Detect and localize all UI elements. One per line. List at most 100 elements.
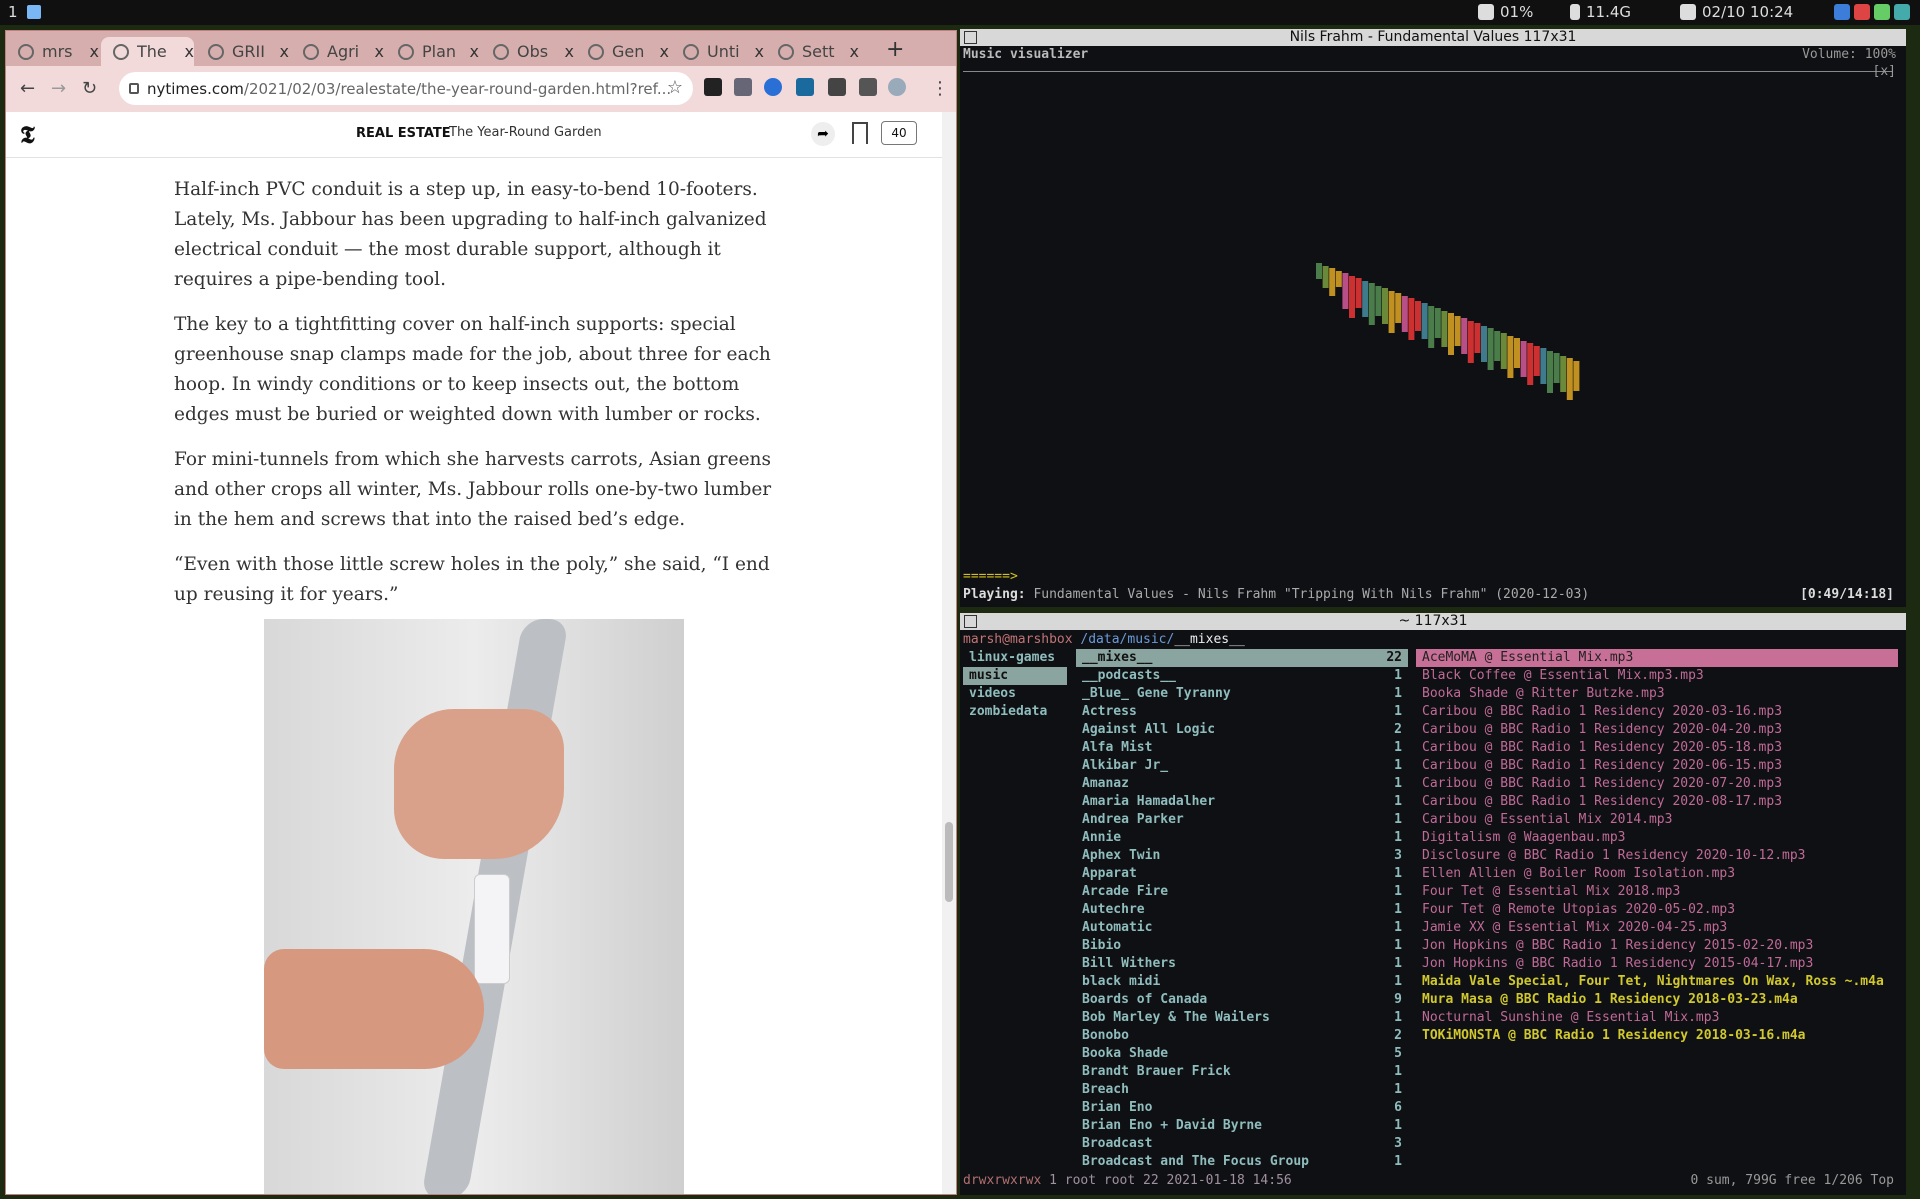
close-tab-icon[interactable]: x — [850, 42, 859, 61]
directory-item[interactable]: Against All Logic 2 — [1076, 721, 1408, 739]
parent-dir-item[interactable]: linux-games — [963, 649, 1067, 667]
file-item[interactable]: Caribou @ BBC Radio 1 Residency 2020-08-… — [1416, 793, 1898, 811]
tab[interactable]: Plan x — [386, 37, 479, 66]
back-button[interactable]: ← — [20, 78, 35, 99]
parent-dir-item[interactable]: zombiedata — [963, 703, 1067, 721]
menu-button[interactable]: ⋮ — [931, 78, 949, 99]
close-tab-icon[interactable]: x — [565, 42, 574, 61]
close-tab-icon[interactable]: x — [280, 42, 289, 61]
close-tab-icon[interactable]: x — [375, 42, 384, 61]
tray-network-icon[interactable] — [1894, 4, 1910, 20]
file-item[interactable]: Four Tet @ Remote Utopias 2020-05-02.mp3 — [1416, 901, 1898, 919]
profile-avatar[interactable] — [888, 78, 906, 96]
directory-item[interactable]: Bibio 1 — [1076, 937, 1408, 955]
section-label[interactable]: REAL ESTATE — [356, 126, 451, 141]
tab[interactable]: mrs x — [6, 37, 99, 66]
flask-icon[interactable] — [859, 78, 877, 96]
directory-item[interactable]: __podcasts__ 1 — [1076, 667, 1408, 685]
extension-instapaper-icon[interactable] — [704, 78, 722, 96]
directory-item[interactable]: Bill Withers 1 — [1076, 955, 1408, 973]
directory-item[interactable]: Annie 1 — [1076, 829, 1408, 847]
file-item[interactable]: Jon Hopkins @ BBC Radio 1 Residency 2015… — [1416, 955, 1898, 973]
tray-notify-icon[interactable] — [1854, 4, 1870, 20]
file-item[interactable]: Digitalism @ Waagenbau.mp3 — [1416, 829, 1898, 847]
close-tab-icon[interactable]: x — [755, 42, 764, 61]
directory-item[interactable]: Actress 1 — [1076, 703, 1408, 721]
file-item[interactable]: AceMoMA @ Essential Mix.mp3 — [1416, 649, 1898, 667]
file-item[interactable]: Caribou @ BBC Radio 1 Residency 2020-05-… — [1416, 739, 1898, 757]
file-item[interactable]: Caribou @ Essential Mix 2014.mp3 — [1416, 811, 1898, 829]
directory-item[interactable]: Andrea Parker 1 — [1076, 811, 1408, 829]
extension-icon[interactable] — [734, 78, 752, 96]
parent-dir-item[interactable]: videos — [963, 685, 1067, 703]
tab[interactable]: GRII x — [196, 37, 289, 66]
file-item[interactable]: Mura Masa @ BBC Radio 1 Residency 2018-0… — [1416, 991, 1898, 1009]
reload-button[interactable]: ↻ — [82, 78, 97, 99]
file-item[interactable]: Black Coffee @ Essential Mix.mp3.mp3 — [1416, 667, 1898, 685]
column-title[interactable]: The Year-Round Garden — [449, 125, 602, 140]
directory-item[interactable]: Breach 1 — [1076, 1081, 1408, 1099]
file-item[interactable]: Caribou @ BBC Radio 1 Residency 2020-03-… — [1416, 703, 1898, 721]
file-item[interactable]: Maida Vale Special, Four Tet, Nightmares… — [1416, 973, 1898, 991]
directory-item[interactable]: Bob Marley & The Wailers 1 — [1076, 1009, 1408, 1027]
file-item[interactable]: Caribou @ BBC Radio 1 Residency 2020-07-… — [1416, 775, 1898, 793]
file-item[interactable]: Four Tet @ Essential Mix 2018.mp3 — [1416, 883, 1898, 901]
directory-item[interactable]: Broadcast 3 — [1076, 1135, 1408, 1153]
directory-item[interactable]: Arcade Fire 1 — [1076, 883, 1408, 901]
file-item[interactable]: Caribou @ BBC Radio 1 Residency 2020-04-… — [1416, 721, 1898, 739]
tab[interactable]: The x — [101, 37, 194, 66]
window-menu-icon[interactable] — [964, 615, 977, 628]
tray-app-icon[interactable] — [1834, 4, 1850, 20]
directory-item[interactable]: Boards of Canada 9 — [1076, 991, 1408, 1009]
forward-button[interactable]: → — [51, 78, 66, 99]
scrollbar[interactable] — [942, 112, 956, 1194]
file-item[interactable]: TOKiMONSTA @ BBC Radio 1 Residency 2018-… — [1416, 1027, 1898, 1045]
close-tab-icon[interactable]: x — [90, 42, 99, 61]
directory-item[interactable]: black midi 1 — [1076, 973, 1408, 991]
directory-item[interactable]: Automatic 1 — [1076, 919, 1408, 937]
directory-item[interactable]: Broadcast and The Focus Group 1 — [1076, 1153, 1408, 1171]
directory-item[interactable]: Alkibar Jr_ 1 — [1076, 757, 1408, 775]
comments-button[interactable]: 40 — [881, 121, 917, 145]
directory-item[interactable]: Bonobo 2 — [1076, 1027, 1408, 1045]
nyt-logo[interactable]: 𝕿 — [20, 120, 35, 149]
file-item[interactable]: Jon Hopkins @ BBC Radio 1 Residency 2015… — [1416, 937, 1898, 955]
file-item[interactable]: Ellen Allien @ Boiler Room Isolation.mp3 — [1416, 865, 1898, 883]
save-bookmark-icon[interactable] — [852, 122, 868, 144]
directory-item[interactable]: Apparat 1 — [1076, 865, 1408, 883]
bookmark-star-icon[interactable]: ☆ — [667, 77, 683, 98]
directory-item[interactable]: Amaria Hamadalher 1 — [1076, 793, 1408, 811]
workspace-indicator[interactable]: 1 — [8, 3, 18, 21]
puzzle-extensions-icon[interactable] — [828, 78, 846, 96]
directory-item[interactable]: Alfa Mist 1 — [1076, 739, 1408, 757]
file-item[interactable]: Booka Shade @ Ritter Butzke.mp3 — [1416, 685, 1898, 703]
directory-item[interactable]: Amanaz 1 — [1076, 775, 1408, 793]
tab[interactable]: Sett x — [766, 37, 859, 66]
address-bar[interactable]: nytimes.com/2021/02/03/realestate/the-ye… — [119, 72, 693, 105]
scrollbar-thumb[interactable] — [945, 822, 953, 902]
directory-item[interactable]: _Blue_ Gene Tyranny 1 — [1076, 685, 1408, 703]
share-icon[interactable]: ➦ — [811, 122, 835, 146]
file-item[interactable]: Disclosure @ BBC Radio 1 Residency 2020-… — [1416, 847, 1898, 865]
directory-item[interactable]: Brandt Brauer Frick 1 — [1076, 1063, 1408, 1081]
new-tab-button[interactable]: + — [886, 37, 904, 62]
tray-shield-icon[interactable] — [1874, 4, 1890, 20]
tab[interactable]: Agri x — [291, 37, 384, 66]
directory-item[interactable]: Autechre 1 — [1076, 901, 1408, 919]
react-devtools-icon[interactable] — [796, 78, 814, 96]
password-manager-icon[interactable] — [764, 78, 782, 96]
directory-item[interactable]: __mixes__ 22 — [1076, 649, 1408, 667]
tab[interactable]: Unti x — [671, 37, 764, 66]
close-tab-icon[interactable]: x — [470, 42, 479, 61]
directory-item[interactable]: Booka Shade 5 — [1076, 1045, 1408, 1063]
file-item[interactable]: Nocturnal Sunshine @ Essential Mix.mp3 — [1416, 1009, 1898, 1027]
file-item[interactable]: Caribou @ BBC Radio 1 Residency 2020-06-… — [1416, 757, 1898, 775]
parent-dir-item[interactable]: music — [963, 667, 1067, 685]
file-item[interactable]: Jamie XX @ Essential Mix 2020-04-25.mp3 — [1416, 919, 1898, 937]
tab[interactable]: Obs x — [481, 37, 574, 66]
directory-item[interactable]: Brian Eno 6 — [1076, 1099, 1408, 1117]
directory-item[interactable]: Aphex Twin 3 — [1076, 847, 1408, 865]
directory-item[interactable]: Brian Eno + David Byrne 1 — [1076, 1117, 1408, 1135]
tab[interactable]: Gen x — [576, 37, 669, 66]
close-tab-icon[interactable]: x — [185, 42, 194, 61]
